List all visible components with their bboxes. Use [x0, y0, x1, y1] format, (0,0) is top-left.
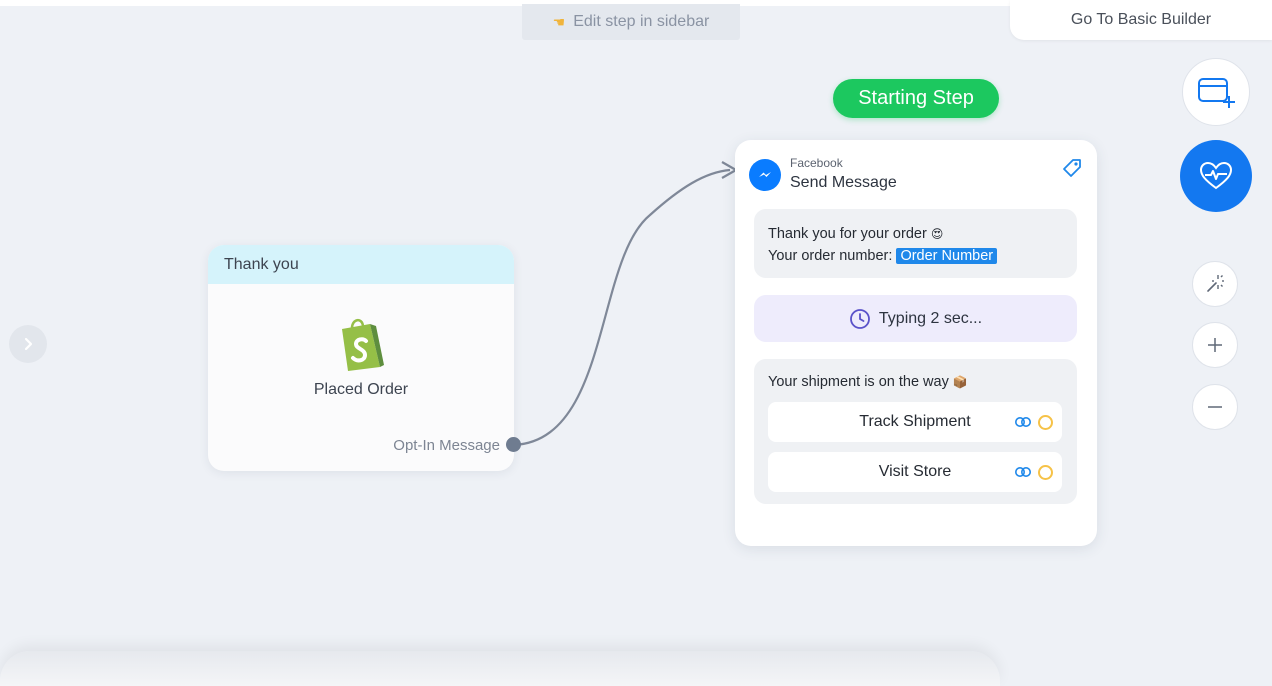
track-shipment-output-port[interactable] [1038, 415, 1053, 430]
message-text-line2: Your order number: [768, 248, 893, 264]
magic-wand-icon [1207, 275, 1224, 292]
tag-icon[interactable] [1061, 157, 1083, 179]
typing-delay-label: Typing 2 sec... [878, 309, 983, 327]
go-to-basic-builder-button[interactable]: Go To Basic Builder [1010, 0, 1272, 40]
messenger-icon [749, 159, 781, 191]
trigger-node-title: Thank you [224, 255, 299, 273]
zoom-out-icon [1208, 406, 1222, 408]
add-step-button[interactable] [1182, 58, 1250, 126]
flow-health-button[interactable] [1180, 140, 1252, 212]
pointing-hand-icon: ☚ [552, 13, 566, 30]
visit-store-output-port[interactable] [1038, 465, 1053, 480]
package-emoji-icon: 📦 [952, 375, 968, 389]
visit-store-button[interactable]: Visit Store [768, 452, 1062, 492]
shipment-message-bubble[interactable]: Your shipment is on the way 📦 Track Ship… [754, 359, 1077, 504]
clock-icon [850, 308, 870, 329]
message-node-title: Send Message [790, 174, 897, 191]
edit-step-hint: ☚ Edit step in sidebar [522, 4, 740, 40]
trigger-node-header: Thank you [208, 245, 514, 284]
typing-delay-bubble[interactable]: Typing 2 sec... [754, 295, 1077, 342]
messenger-bolt-icon [759, 172, 771, 177]
auto-arrange-button[interactable] [1192, 261, 1238, 307]
zoom-out-button[interactable] [1192, 384, 1238, 430]
zoom-in-icon [1208, 338, 1222, 352]
trigger-node-label: Placed Order [313, 381, 409, 398]
edit-step-hint-label: Edit step in sidebar [573, 13, 710, 30]
link-icon [1015, 417, 1031, 427]
send-message-node[interactable]: Facebook Send Message Thank you for your… [735, 140, 1097, 546]
message-text-line1: Thank you for your order [768, 226, 927, 242]
heart-eyes-emoji-icon: 😍 [930, 227, 944, 241]
go-to-basic-builder-label: Go To Basic Builder [1070, 11, 1212, 28]
message-channel: Facebook [790, 156, 843, 170]
starting-step-badge: Starting Step [833, 79, 999, 118]
starting-step-label: Starting Step [858, 87, 974, 109]
opt-in-message-label: Opt-In Message [393, 437, 500, 454]
bottom-panel-edge [0, 651, 1000, 686]
chevron-right-icon [24, 337, 33, 351]
add-card-icon [1198, 78, 1235, 108]
heart-pulse-icon [1199, 161, 1233, 190]
opt-in-output-port[interactable] [506, 437, 521, 452]
expand-sidebar-button[interactable] [9, 325, 47, 363]
message-text-bubble[interactable]: Thank you for your order 😍 Your order nu… [754, 209, 1077, 278]
track-shipment-button[interactable]: Track Shipment [768, 402, 1062, 442]
trigger-node[interactable]: Thank you Placed Order Opt-In Message [208, 245, 514, 471]
shipment-text: Your shipment is on the way 📦 [768, 374, 968, 390]
link-icon [1015, 467, 1031, 477]
order-number-variable[interactable]: Order Number [896, 248, 998, 264]
shipment-text-label: Your shipment is on the way [768, 374, 949, 390]
zoom-in-button[interactable] [1192, 322, 1238, 368]
shopify-bag-icon [342, 319, 384, 371]
